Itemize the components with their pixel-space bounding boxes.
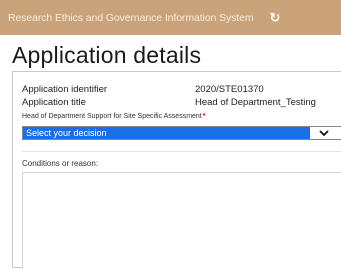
decision-label-text: Head of Department Support for Site Spec… bbox=[22, 113, 202, 120]
decision-select[interactable]: Select your decision bbox=[22, 126, 341, 140]
refresh-icon[interactable]: ↻ bbox=[269, 11, 280, 24]
divider bbox=[22, 151, 341, 152]
application-details-card: Application identifier 2020/STE01370 App… bbox=[12, 71, 341, 269]
decision-selected-value[interactable]: Select your decision bbox=[23, 127, 310, 139]
required-marker: * bbox=[202, 113, 206, 120]
chevron-down-icon[interactable] bbox=[319, 128, 329, 138]
top-bar: Research Ethics and Governance Informati… bbox=[0, 0, 341, 35]
application-identifier-value: 2020/STE01370 bbox=[195, 84, 264, 95]
decision-label: Head of Department Support for Site Spec… bbox=[22, 113, 206, 120]
app-title: Research Ethics and Governance Informati… bbox=[8, 11, 254, 24]
page-title: Application details bbox=[12, 42, 202, 68]
application-identifier-label: Application identifier bbox=[22, 84, 108, 95]
conditions-textarea[interactable] bbox=[22, 172, 341, 269]
conditions-label: Conditions or reason: bbox=[22, 159, 99, 168]
application-title-label: Application title bbox=[22, 97, 86, 108]
application-title-value: Head of Department_Testing bbox=[195, 97, 316, 108]
